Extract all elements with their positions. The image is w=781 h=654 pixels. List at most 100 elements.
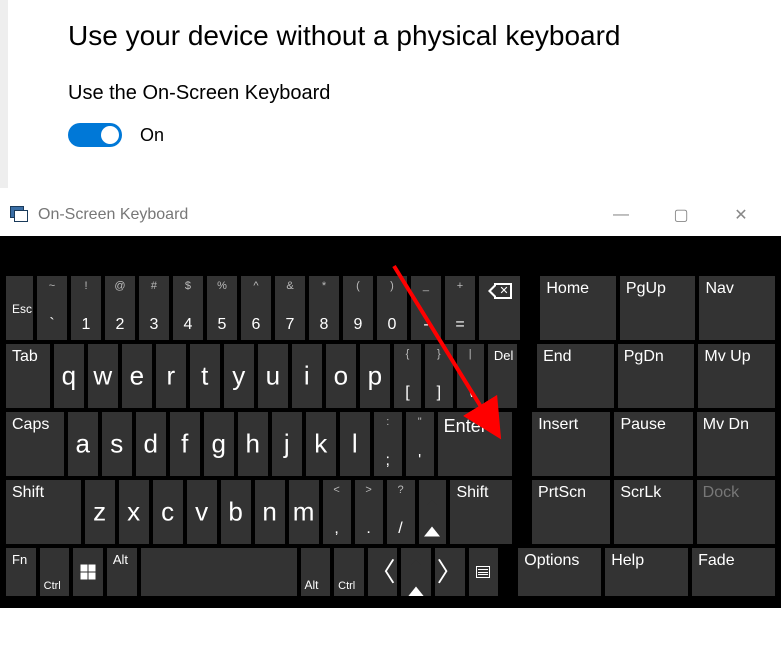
- key-j[interactable]: j: [272, 412, 302, 476]
- key-6[interactable]: ^6: [241, 276, 271, 340]
- key-d[interactable]: d: [136, 412, 166, 476]
- key-backslash[interactable]: |\: [457, 344, 484, 408]
- key-k[interactable]: k: [306, 412, 336, 476]
- key-w[interactable]: w: [88, 344, 118, 408]
- key-menu[interactable]: [469, 548, 499, 596]
- key-enter[interactable]: Enter: [438, 412, 513, 476]
- key-dock[interactable]: Dock: [697, 480, 775, 544]
- key-comma[interactable]: <,: [323, 480, 351, 544]
- key-i[interactable]: i: [292, 344, 322, 408]
- key-2[interactable]: @2: [105, 276, 135, 340]
- windows-icon: [81, 565, 96, 580]
- key-a[interactable]: a: [68, 412, 98, 476]
- chevron-left-icon: 〈: [370, 559, 396, 585]
- chevron-up-icon: [424, 497, 440, 528]
- key-space[interactable]: [141, 548, 297, 596]
- key-t[interactable]: t: [190, 344, 220, 408]
- key-7[interactable]: &7: [275, 276, 305, 340]
- key-1[interactable]: !1: [71, 276, 101, 340]
- key-mvdn[interactable]: Mv Dn: [697, 412, 775, 476]
- key-pause[interactable]: Pause: [614, 412, 692, 476]
- key-9[interactable]: (9: [343, 276, 373, 340]
- key-fn[interactable]: Fn: [6, 548, 36, 596]
- key-nav[interactable]: Nav: [699, 276, 775, 340]
- key-e[interactable]: e: [122, 344, 152, 408]
- osk-titlebar[interactable]: On-Screen Keyboard — ▢ ✕: [0, 194, 781, 236]
- key-v[interactable]: v: [187, 480, 217, 544]
- osk-toggle[interactable]: [68, 123, 122, 147]
- key-o[interactable]: o: [326, 344, 356, 408]
- key-0[interactable]: )0: [377, 276, 407, 340]
- key-right[interactable]: 〉: [435, 548, 465, 596]
- toggle-knob: [101, 126, 119, 144]
- key-pgdn[interactable]: PgDn: [618, 344, 695, 408]
- key-caps[interactable]: Caps: [6, 412, 64, 476]
- key-ralt[interactable]: Alt: [301, 548, 331, 596]
- key-r[interactable]: r: [156, 344, 186, 408]
- key-=[interactable]: +=: [445, 276, 475, 340]
- key-lalt[interactable]: Alt: [107, 548, 137, 596]
- key-bracket-open[interactable]: {[: [394, 344, 421, 408]
- key-prtscn[interactable]: PrtScn: [532, 480, 610, 544]
- key-end[interactable]: End: [537, 344, 614, 408]
- key-backspace[interactable]: ✕: [479, 276, 520, 340]
- key-rctrl[interactable]: Ctrl: [334, 548, 364, 596]
- minimize-button[interactable]: —: [591, 196, 651, 234]
- key-l[interactable]: l: [340, 412, 370, 476]
- key-f[interactable]: f: [170, 412, 200, 476]
- key-up[interactable]: [419, 480, 447, 544]
- key-options[interactable]: Options: [518, 548, 601, 596]
- key-5[interactable]: %5: [207, 276, 237, 340]
- key-scrlk[interactable]: ScrLk: [614, 480, 692, 544]
- close-button[interactable]: ✕: [711, 196, 771, 234]
- key-s[interactable]: s: [102, 412, 132, 476]
- key-insert[interactable]: Insert: [532, 412, 610, 476]
- key-esc[interactable]: Esc: [6, 276, 33, 340]
- key-slash[interactable]: ?/: [387, 480, 415, 544]
- key-n[interactable]: n: [255, 480, 285, 544]
- key-bracket-close[interactable]: }]: [425, 344, 452, 408]
- toggle-state-label: On: [140, 125, 164, 146]
- osk-app-icon: [10, 206, 30, 224]
- chevron-down-icon: [408, 557, 424, 588]
- key-h[interactable]: h: [238, 412, 268, 476]
- key-4[interactable]: $4: [173, 276, 203, 340]
- key-b[interactable]: b: [221, 480, 251, 544]
- key-fade[interactable]: Fade: [692, 548, 775, 596]
- key-mvup[interactable]: Mv Up: [698, 344, 775, 408]
- key-u[interactable]: u: [258, 344, 288, 408]
- key-q[interactable]: q: [54, 344, 84, 408]
- key--[interactable]: _-: [411, 276, 441, 340]
- key-lshift[interactable]: Shift: [6, 480, 81, 544]
- key-win[interactable]: [73, 548, 103, 596]
- key-`[interactable]: ~`: [37, 276, 67, 340]
- osk-title: On-Screen Keyboard: [38, 206, 188, 224]
- key-lctrl[interactable]: Ctrl: [40, 548, 70, 596]
- key-3[interactable]: #3: [139, 276, 169, 340]
- maximize-button[interactable]: ▢: [651, 196, 711, 234]
- key-y[interactable]: y: [224, 344, 254, 408]
- key-p[interactable]: p: [360, 344, 390, 408]
- key-del[interactable]: Del: [488, 344, 517, 408]
- key-quote[interactable]: "': [406, 412, 434, 476]
- key-c[interactable]: c: [153, 480, 183, 544]
- page-title: Use your device without a physical keybo…: [68, 20, 781, 52]
- key-g[interactable]: g: [204, 412, 234, 476]
- key-help[interactable]: Help: [605, 548, 688, 596]
- chevron-right-icon: 〉: [437, 559, 463, 585]
- key-pgup[interactable]: PgUp: [620, 276, 696, 340]
- menu-icon: [476, 566, 490, 578]
- key-down[interactable]: [401, 548, 431, 596]
- backspace-icon: ✕: [488, 282, 512, 305]
- key-period[interactable]: >.: [355, 480, 383, 544]
- key-home[interactable]: Home: [540, 276, 616, 340]
- key-semicolon[interactable]: :;: [374, 412, 402, 476]
- section-subhead: Use the On-Screen Keyboard: [68, 82, 781, 105]
- key-tab[interactable]: Tab: [6, 344, 50, 408]
- key-left[interactable]: 〈: [368, 548, 398, 596]
- key-m[interactable]: m: [289, 480, 319, 544]
- key-x[interactable]: x: [119, 480, 149, 544]
- key-rshift[interactable]: Shift: [450, 480, 512, 544]
- key-z[interactable]: z: [85, 480, 115, 544]
- key-8[interactable]: *8: [309, 276, 339, 340]
